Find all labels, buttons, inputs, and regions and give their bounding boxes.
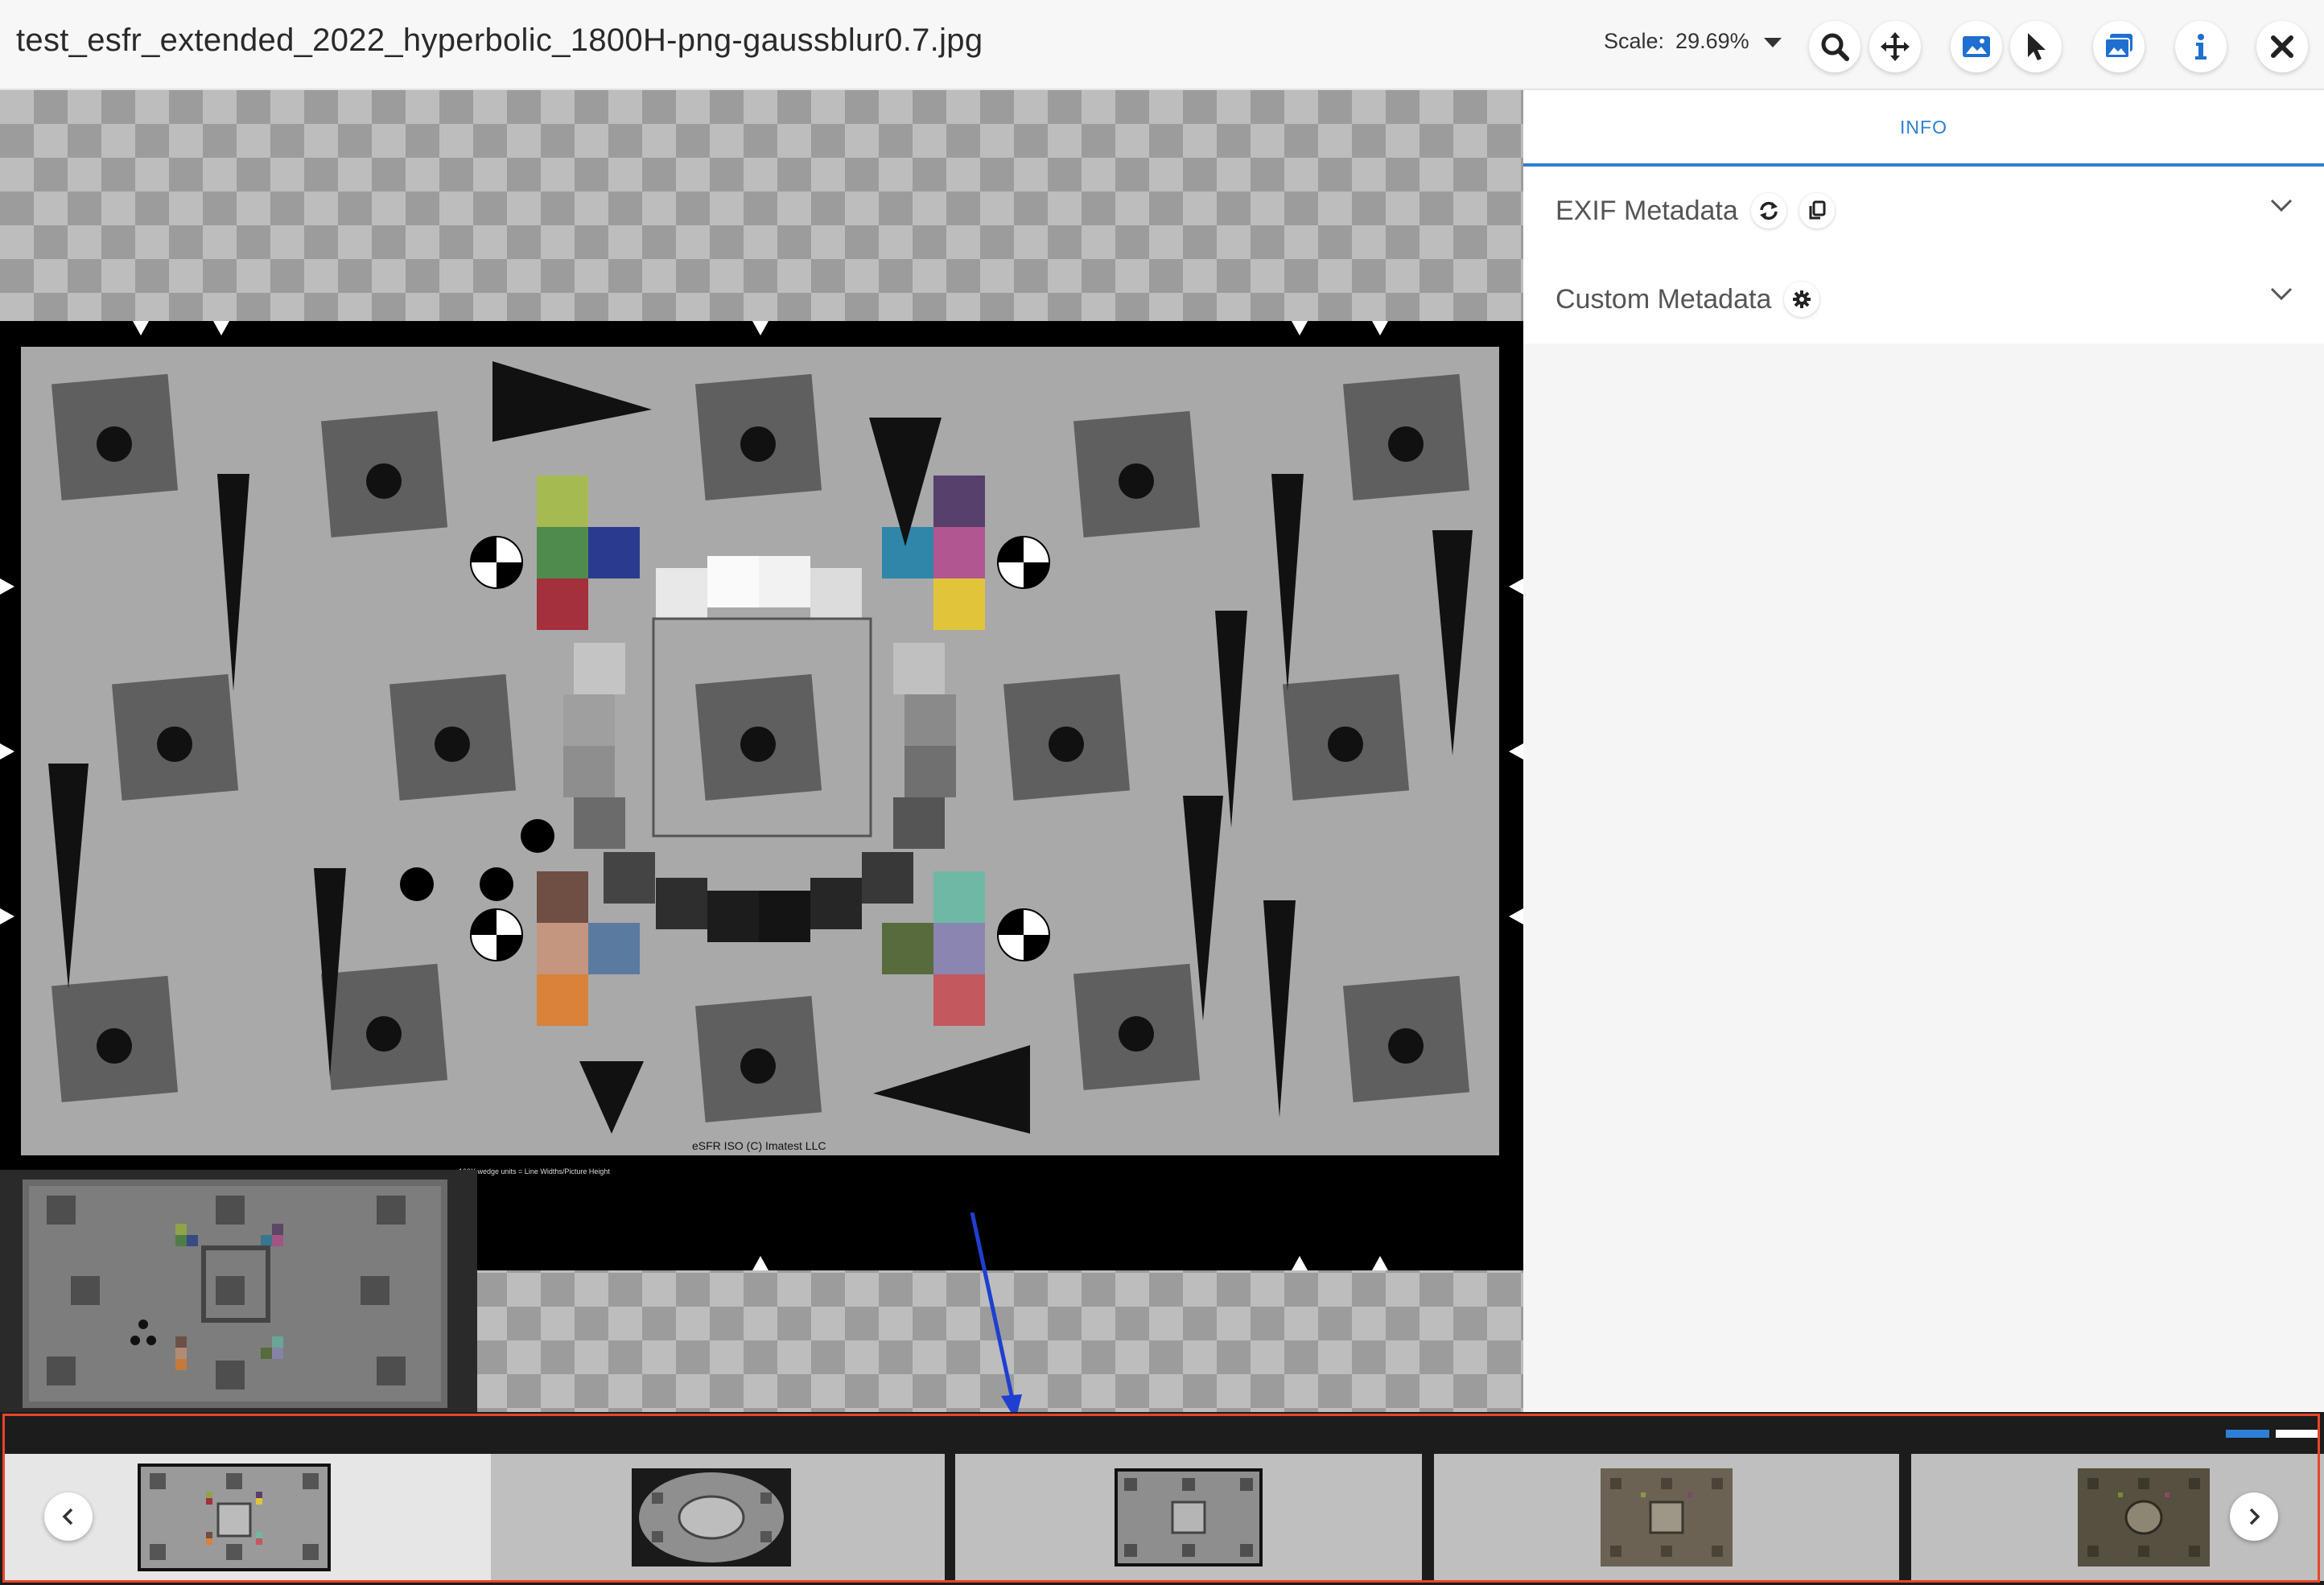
copy-button[interactable] bbox=[1799, 193, 1835, 228]
annotation-arrow bbox=[970, 1212, 1022, 1412]
close-button[interactable] bbox=[2256, 21, 2308, 72]
page-indicator-active[interactable] bbox=[2226, 1430, 2269, 1438]
tab-info[interactable]: INFO bbox=[1523, 90, 2324, 167]
filmstrip bbox=[0, 1412, 2324, 1585]
caret-down-icon bbox=[1763, 37, 1782, 47]
chart-footnote: 100X wedge units = Line Widths/Picture H… bbox=[459, 1167, 610, 1175]
close-icon bbox=[2271, 35, 2293, 58]
pointer-button[interactable] bbox=[2010, 21, 2062, 72]
thumbnail-image bbox=[1601, 1468, 1733, 1566]
search-icon bbox=[1821, 33, 1849, 61]
esfr-chart: eSFR ISO (C) Imatest LLC 100X wedge unit… bbox=[0, 321, 1523, 1270]
move-icon bbox=[1881, 32, 1910, 61]
thumbnail-image bbox=[2078, 1468, 2210, 1566]
thumbnail-image bbox=[138, 1464, 331, 1571]
thumbnail-3[interactable] bbox=[955, 1454, 1422, 1581]
gear-icon bbox=[1793, 290, 1811, 308]
next-button[interactable] bbox=[2230, 1492, 2278, 1541]
search-button[interactable] bbox=[1809, 21, 1860, 72]
refresh-button[interactable] bbox=[1750, 193, 1786, 228]
test-chart-image: eSFR ISO (C) Imatest LLC 100X wedge unit… bbox=[0, 321, 1523, 1270]
thumbnail-2[interactable] bbox=[491, 1454, 945, 1581]
chevron-down-icon bbox=[2270, 199, 2293, 212]
gallery-button[interactable] bbox=[2093, 21, 2145, 72]
refresh-icon bbox=[1759, 201, 1778, 220]
info-sidebar: INFO EXIF Metadata Custom Metadata bbox=[1523, 90, 2324, 1412]
page-indicator[interactable] bbox=[2276, 1430, 2319, 1438]
pan-button[interactable] bbox=[1869, 21, 1921, 72]
chevron-left-icon bbox=[62, 1508, 73, 1525]
custom-metadata-section[interactable]: Custom Metadata bbox=[1523, 255, 2324, 344]
info-icon bbox=[2195, 34, 2207, 60]
chevron-down-icon bbox=[2270, 287, 2293, 301]
image-viewer[interactable]: eSFR ISO (C) Imatest LLC 100X wedge unit… bbox=[0, 90, 1523, 1412]
navigator-minimap[interactable] bbox=[0, 1170, 477, 1412]
thumbnail-image bbox=[632, 1468, 791, 1566]
previous-button[interactable] bbox=[44, 1492, 93, 1541]
minimap-preview bbox=[23, 1179, 447, 1408]
top-bar: test_esfr_extended_2022_hyperbolic_1800H… bbox=[0, 0, 2324, 90]
exif-metadata-label: EXIF Metadata bbox=[1556, 195, 1738, 226]
scale-selector[interactable]: Scale: 29.69% bbox=[1604, 29, 1782, 54]
thumbnail-image bbox=[1115, 1468, 1263, 1566]
scale-value: 29.69% bbox=[1675, 29, 1749, 53]
info-button[interactable] bbox=[2175, 21, 2227, 72]
chart-caption: eSFR ISO (C) Imatest LLC bbox=[692, 1139, 826, 1152]
custom-metadata-label: Custom Metadata bbox=[1556, 283, 1772, 315]
gallery-icon bbox=[2104, 34, 2132, 59]
thumbnail-4[interactable] bbox=[1434, 1454, 1899, 1581]
exif-metadata-section[interactable]: EXIF Metadata bbox=[1523, 167, 2324, 255]
image-icon bbox=[1963, 36, 1990, 57]
settings-button[interactable] bbox=[1784, 282, 1820, 317]
chevron-right-icon bbox=[2249, 1508, 2260, 1525]
pointer-icon bbox=[2028, 33, 2046, 60]
image-button[interactable] bbox=[1951, 21, 2002, 72]
image-title: test_esfr_extended_2022_hyperbolic_1800H… bbox=[16, 23, 983, 58]
scale-label: Scale: bbox=[1604, 29, 1665, 53]
copy-icon bbox=[1809, 200, 1826, 220]
